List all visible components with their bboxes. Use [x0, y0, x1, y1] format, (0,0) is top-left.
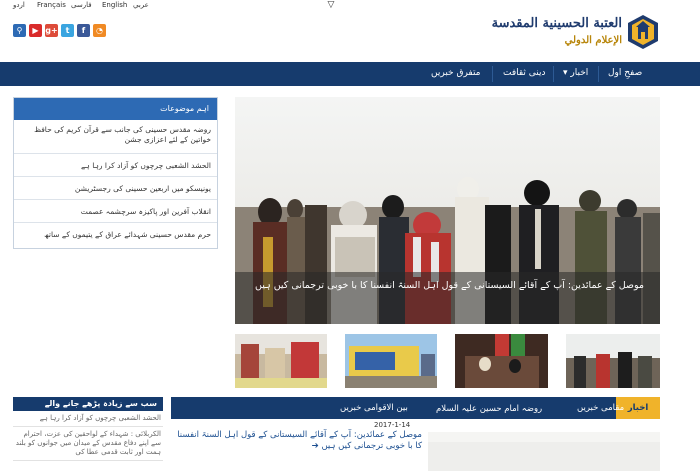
- tab-international-news[interactable]: بین الاقوامی خبریں: [340, 403, 408, 413]
- logo-emblem-icon: [628, 15, 658, 49]
- language-bar: عربي English فارسی Français اردو ▽: [0, 0, 700, 12]
- site-logo[interactable]: العتبة الحسينية المقدسة الإعلام الدولي: [492, 12, 660, 54]
- lang-english[interactable]: English: [102, 1, 127, 9]
- news-title-text: موصل کے عمائدین: آپ کے آقائے السیستانی ک…: [177, 430, 422, 451]
- nav-home[interactable]: صفحِ اول: [608, 68, 642, 78]
- rss-icon[interactable]: ◔: [93, 24, 106, 37]
- news-date: 2017-1-14: [374, 421, 411, 429]
- most-read-box: سب سے زیادہ پڑھے جانے والے الحشد الشعبی …: [13, 397, 163, 471]
- thumbnail[interactable]: [566, 334, 660, 388]
- nav-divider: [492, 66, 493, 82]
- tab-local-news[interactable]: مقامی خبریں: [577, 403, 624, 413]
- logo-subtitle: الإعلام الدولي: [564, 35, 622, 46]
- most-read-heading: سب سے زیادہ پڑھے جانے والے: [13, 397, 163, 411]
- nav-divider: [553, 66, 554, 82]
- news-tabs: اخبار مقامی خبریں روضہ امام حسین علیہ ال…: [171, 397, 660, 419]
- thumbnail[interactable]: [235, 334, 327, 388]
- chevron-down-icon[interactable]: ▽: [326, 0, 336, 12]
- nav-misc-news[interactable]: متفرق خبریں: [431, 68, 481, 78]
- arrow-left-icon: ➔: [311, 441, 319, 451]
- nav-news-label: اخبار: [570, 68, 589, 78]
- news-title-link[interactable]: موصل کے عمائدین: آپ کے آقائے السیستانی ک…: [172, 430, 422, 452]
- sidebar-item[interactable]: یونیسکو میں اربعین حسینی کی رجسٹریشن: [14, 177, 217, 200]
- important-topics-sidebar: اہم موضوعات روضہ مقدس حسینی کی جانب سے ق…: [13, 97, 218, 249]
- sidebar-item[interactable]: روضہ مقدس حسینی کی جانب سے قرآن کریم کی …: [14, 120, 217, 154]
- thumbnail-image: [566, 334, 660, 388]
- main-navbar: صفحِ اول ▾ اخبار دینی ثقافت متفرق خبریں: [0, 62, 700, 86]
- hero-slider[interactable]: موصل کے عمائدین: آپ کے آقائے السیستانی ک…: [235, 97, 660, 324]
- lang-urdu[interactable]: اردو: [13, 1, 25, 9]
- nav-culture[interactable]: دینی ثقافت: [503, 68, 546, 78]
- most-read-item[interactable]: الحشد الشعبی چرچوں کو آزاد کرا رہا ہے: [13, 411, 163, 427]
- page: عربي English فارسی Français اردو ▽ ⚲ ▶ g+ t…: [0, 0, 700, 471]
- news-photo: [428, 432, 660, 471]
- thumbnail-image: [455, 334, 548, 388]
- nav-news-caret-icon: ▾: [563, 68, 568, 78]
- nav-divider: [598, 66, 599, 82]
- thumbnail-image: [235, 334, 327, 388]
- lang-french[interactable]: Français: [37, 1, 66, 9]
- tab-shrine-news[interactable]: روضہ امام حسین علیہ السلام: [436, 403, 542, 414]
- most-read-item[interactable]: الکربلائی : شہداء کے لواحقین کی عزت، احت…: [13, 427, 163, 461]
- logo-title: العتبة الحسينية المقدسة: [491, 16, 622, 31]
- google-plus-icon[interactable]: g+: [45, 24, 58, 37]
- sidebar-item[interactable]: حرم مقدس حسینی شہدائے عراق کے یتیموں کے …: [14, 223, 217, 246]
- sidebar-item[interactable]: انقلاب آفرین اور پاکیزہ سرچشمہ عصمت: [14, 200, 217, 223]
- nav-news[interactable]: ▾ اخبار: [563, 68, 588, 78]
- hero-caption[interactable]: موصل کے عمائدین: آپ کے آقائے السیستانی ک…: [235, 272, 660, 324]
- facebook-icon[interactable]: f: [77, 24, 90, 37]
- thumbnail[interactable]: [455, 334, 548, 388]
- sidebar-item[interactable]: الحشد الشعبی چرچوں کو آزاد کرا رہا ہے: [14, 154, 217, 177]
- youtube-icon[interactable]: ▶: [29, 24, 42, 37]
- lang-arabic[interactable]: عربي: [133, 1, 149, 9]
- social-icons: ⚲ ▶ g+ t f ◔: [13, 24, 106, 37]
- twitter-icon[interactable]: t: [61, 24, 74, 37]
- news-image[interactable]: [428, 432, 660, 471]
- search-icon[interactable]: ⚲: [13, 24, 26, 37]
- sidebar-heading: اہم موضوعات: [14, 98, 217, 120]
- thumbnail-image: [345, 334, 437, 388]
- lang-persian[interactable]: فارسی: [71, 1, 92, 9]
- thumbnail[interactable]: [345, 334, 437, 388]
